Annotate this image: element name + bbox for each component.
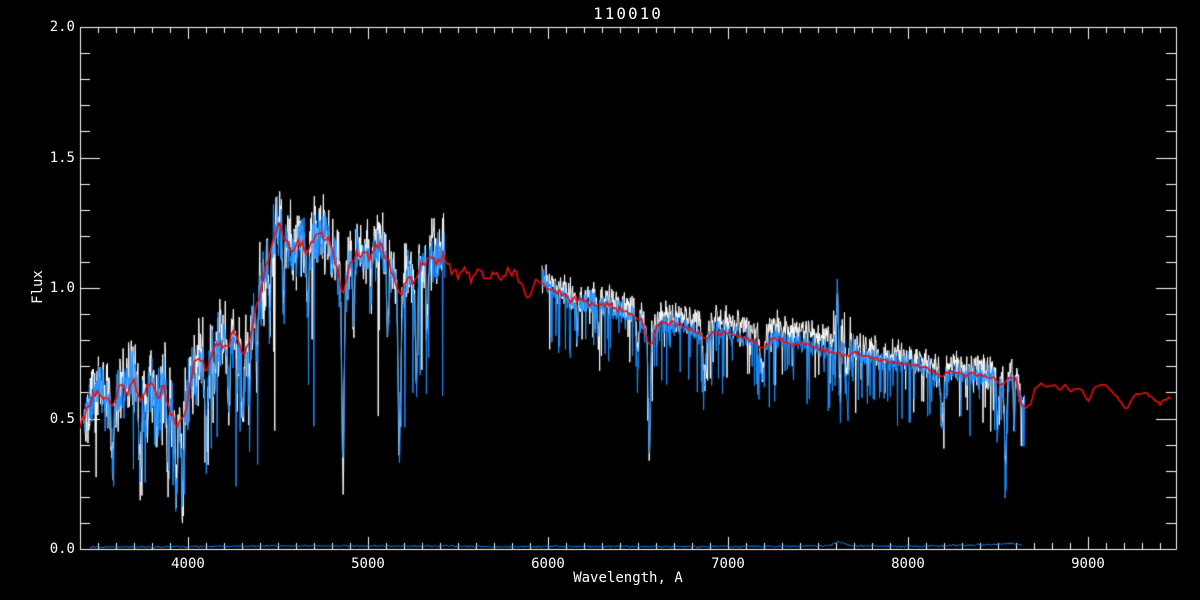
spectrum-figure: 110010 Wavelength, A Flux 4000 5000 6000 70… — [0, 0, 1200, 600]
spectrum-canvas — [0, 0, 1200, 600]
